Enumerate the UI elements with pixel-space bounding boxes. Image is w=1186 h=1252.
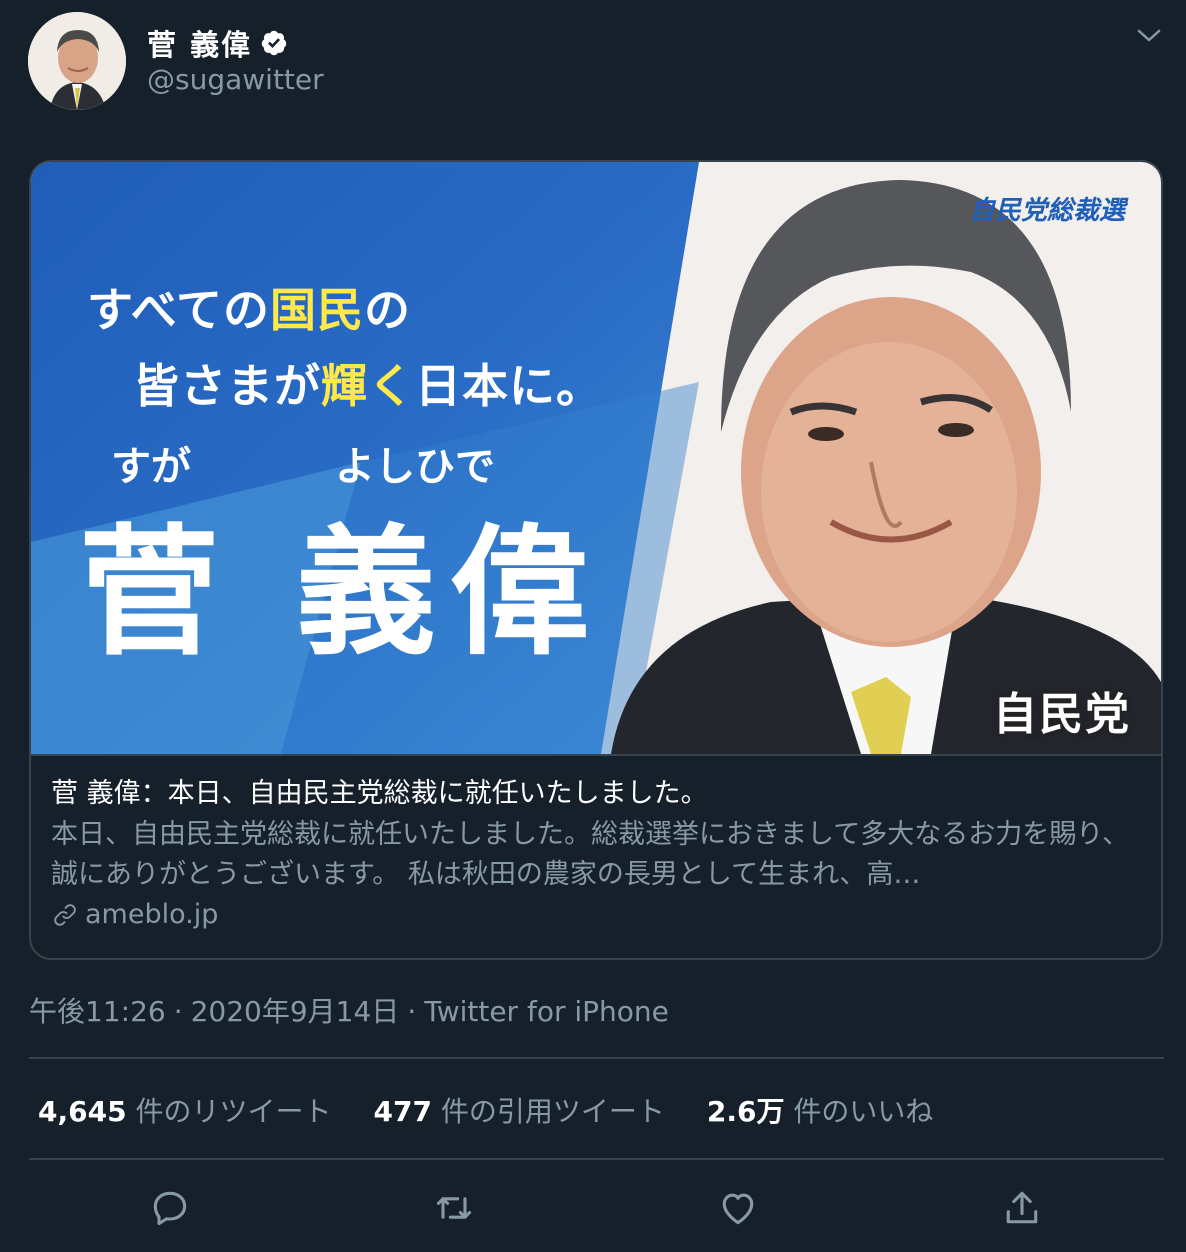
reply-button[interactable] (148, 1186, 192, 1230)
retweets-stat[interactable]: 4,645 件のリツイート (38, 1090, 332, 1130)
meta-separator: · (407, 995, 417, 1028)
tweet-stats: 4,645 件のリツイート 477 件の引用ツイート 2.6万 件のいいね (38, 1090, 975, 1130)
share-icon (1006, 1191, 1038, 1224)
tweet-time[interactable]: 午後11:26 (29, 995, 166, 1028)
card-domain[interactable]: ameblo.jp (51, 899, 1141, 930)
meta-separator: · (173, 995, 183, 1028)
display-name[interactable]: 菅 義偉 (147, 22, 252, 64)
retweet-icon (436, 1197, 472, 1219)
card-divider (31, 754, 1161, 756)
action-bar (0, 1186, 1186, 1234)
avatar[interactable] (28, 12, 126, 110)
tweet-detail: 菅 義偉 @sugawitter すべての国民の 皆さまが輝く日本に。 すが よ… (0, 0, 1186, 1252)
quotes-stat[interactable]: 477 件の引用ツイート (374, 1090, 665, 1130)
tweet-date[interactable]: 2020年9月14日 (191, 995, 400, 1028)
link-icon (54, 903, 76, 926)
heart-icon (722, 1193, 754, 1225)
card-image[interactable]: すべての国民の 皆さまが輝く日本に。 すが よしひで 菅 義偉 自民党総裁選 自… (31, 162, 1161, 754)
tweet-meta: 午後11:26 · 2020年9月14日 · Twitter for iPhone (29, 990, 669, 1030)
author-handle[interactable]: @sugawitter (147, 63, 324, 96)
link-card[interactable]: すべての国民の 皆さまが輝く日本に。 すが よしひで 菅 義偉 自民党総裁選 自… (29, 160, 1163, 960)
banner-catch-line-2: 皆さまが輝く日本に。 (133, 359, 603, 413)
divider (29, 1158, 1164, 1160)
likes-stat[interactable]: 2.6万 件のいいね (707, 1090, 934, 1130)
banner-catch-line-1: すべての国民の (87, 283, 411, 337)
banner-name: 菅 義偉 (79, 512, 604, 675)
like-button[interactable] (716, 1186, 760, 1230)
divider (29, 1057, 1164, 1059)
card-domain-text[interactable]: ameblo.jp (85, 899, 218, 930)
card-title[interactable]: 菅 義偉：本日、自由民主党総裁に就任いたしました。 (51, 774, 1141, 814)
retweet-button[interactable] (432, 1186, 476, 1230)
card-body[interactable]: 菅 義偉：本日、自由民主党総裁に就任いたしました。 本日、自由民主党総裁に就任い… (51, 774, 1141, 930)
banner-party-election: 自民党総裁選 (969, 196, 1126, 226)
card-description[interactable]: 本日、自由民主党総裁に就任いたしました。総裁選挙におきまして多大なるお力を賜り、… (51, 815, 1141, 895)
chevron-down-icon[interactable] (1136, 26, 1162, 46)
banner-party-logo: 自民党 (993, 689, 1131, 740)
tweet-source[interactable]: Twitter for iPhone (424, 995, 669, 1028)
verified-badge-icon (261, 30, 287, 56)
reply-icon (153, 1191, 187, 1226)
author-name-row[interactable]: 菅 義偉 (147, 22, 288, 64)
share-button[interactable] (1000, 1186, 1044, 1230)
